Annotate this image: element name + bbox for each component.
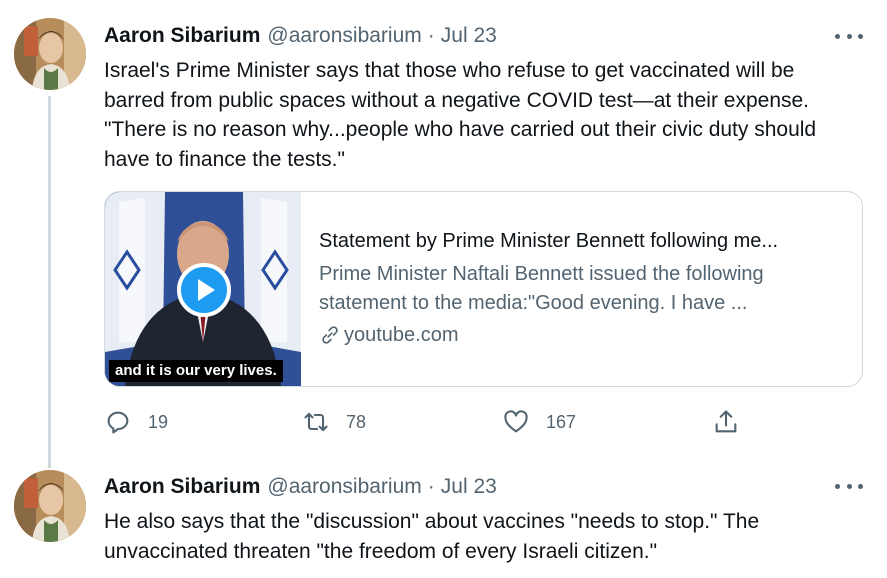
reply-count: 19 bbox=[148, 411, 169, 432]
tweet[interactable]: Aaron Sibarium @aaronsibarium · Jul 23 H… bbox=[0, 460, 887, 578]
like-count: 167 bbox=[546, 411, 577, 432]
play-icon[interactable] bbox=[177, 263, 231, 317]
avatar[interactable] bbox=[14, 470, 86, 542]
tweet-header: Aaron Sibarium @aaronsibarium · Jul 23 bbox=[104, 473, 497, 501]
tweet-header: Aaron Sibarium @aaronsibarium · Jul 23 bbox=[104, 22, 497, 50]
author-name[interactable]: Aaron Sibarium bbox=[104, 475, 260, 499]
more-icon[interactable] bbox=[835, 476, 863, 496]
tweet-actions: 19 78 167 bbox=[104, 405, 754, 439]
author-handle[interactable]: @aaronsibarium bbox=[267, 24, 421, 48]
avatar-image bbox=[14, 18, 86, 90]
more-dot bbox=[846, 483, 852, 489]
like-icon bbox=[504, 410, 528, 433]
author-name[interactable]: Aaron Sibarium bbox=[104, 24, 260, 48]
author-handle[interactable]: @aaronsibarium bbox=[267, 475, 421, 499]
more-dot bbox=[835, 33, 840, 39]
link-icon bbox=[322, 326, 338, 344]
tweet-text: He also says that the "discussion" about… bbox=[104, 510, 760, 563]
video-caption: and it is our very lives. bbox=[109, 360, 283, 382]
more-dot bbox=[858, 483, 863, 489]
more-dot bbox=[858, 33, 863, 39]
tweet-date[interactable]: Jul 23 bbox=[441, 24, 497, 48]
tweet[interactable]: Aaron Sibarium @aaronsibarium · Jul 23 I… bbox=[0, 0, 887, 468]
retweet-count: 78 bbox=[346, 411, 367, 432]
tweet-text: Israel's Prime Minister says that those … bbox=[104, 59, 817, 171]
more-dot bbox=[846, 33, 852, 39]
card-domain[interactable]: youtube.com bbox=[319, 322, 849, 348]
share-button[interactable] bbox=[712, 405, 740, 439]
like-button[interactable]: 167 bbox=[502, 405, 576, 439]
video-thumbnail[interactable]: and it is our very lives. bbox=[105, 192, 301, 386]
reply-button[interactable]: 19 bbox=[104, 405, 168, 439]
more-icon[interactable] bbox=[835, 26, 863, 46]
share-icon bbox=[715, 410, 737, 433]
tweet-date[interactable]: Jul 23 bbox=[441, 475, 497, 499]
link-card[interactable]: and it is our very lives. Statement by P… bbox=[104, 191, 863, 387]
card-domain-text[interactable]: youtube.com bbox=[344, 322, 459, 348]
separator: · bbox=[427, 24, 435, 47]
retweet-button[interactable]: 78 bbox=[302, 405, 366, 439]
card-description: Prime Minister Naftali Bennett issued th… bbox=[319, 263, 764, 314]
reply-icon bbox=[107, 411, 129, 434]
retweet-icon bbox=[304, 412, 328, 432]
more-dot bbox=[835, 483, 840, 489]
card-title[interactable]: Statement by Prime Minister Bennett foll… bbox=[319, 228, 849, 254]
avatar-image bbox=[14, 470, 86, 542]
avatar[interactable] bbox=[14, 18, 86, 90]
card-body[interactable]: Statement by Prime Minister Bennett foll… bbox=[319, 228, 849, 348]
thread-line bbox=[48, 96, 51, 468]
separator: · bbox=[427, 475, 435, 498]
